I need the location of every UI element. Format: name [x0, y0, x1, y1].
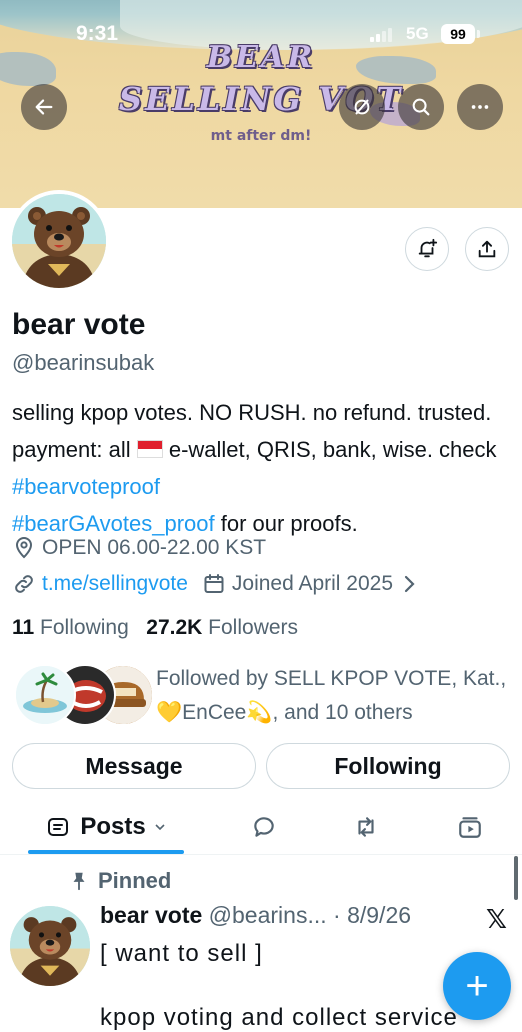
pin-icon [73, 872, 85, 891]
more-icon [471, 105, 489, 109]
post-author-name[interactable]: bear vote [100, 902, 202, 928]
bear-avatar-image [10, 906, 90, 986]
tab-media[interactable] [446, 800, 494, 854]
arrow-left-icon [35, 99, 53, 115]
location-pin-icon [15, 537, 33, 559]
followed-by-name: Kat. [462, 667, 501, 690]
profile-meta-row: t.me/sellingvote Joined April 2025 [12, 572, 423, 596]
active-tab-indicator [28, 850, 184, 854]
post-author-handle: @bearins... [208, 902, 327, 928]
location-text: OPEN 06.00-22.00 KST [42, 536, 267, 559]
status-bar: 9:31 5G 99 [0, 0, 522, 66]
tab-posts-label: Posts [80, 813, 146, 840]
post-header: bear vote @bearins... · 8/9/26 [100, 902, 411, 929]
followed-by-suffix: , and 10 others [272, 701, 413, 724]
followed-by-name: SELL KPOP VOTE [273, 667, 452, 690]
followed-by-text[interactable]: Followed by SELL KPOP VOTE, Kat., 💛EnCee… [156, 662, 516, 730]
network-type: 5G [406, 24, 429, 43]
post-dot: · [326, 902, 348, 928]
post-author-avatar[interactable] [10, 906, 90, 986]
followers-label: Followers [208, 616, 299, 639]
tab-posts[interactable]: Posts [28, 800, 184, 854]
share-button[interactable] [465, 227, 509, 271]
search-icon [412, 98, 430, 116]
follower-avatar[interactable] [14, 664, 76, 726]
slashed-circle-icon [354, 99, 370, 115]
battery-icon: 99 [441, 24, 475, 44]
following-button[interactable]: Following [266, 743, 510, 789]
banner-title-line2: SELLING VOT [118, 80, 404, 118]
following-count: 11 [12, 616, 35, 639]
media-icon [459, 817, 481, 838]
profile-tabs: Posts [0, 800, 522, 855]
bio-text: e-wallet, QRIS, bank, wise. check [162, 437, 497, 462]
indonesia-flag-icon [136, 440, 163, 458]
profile-handle: @bearinsubak [12, 350, 155, 375]
post-text-line: kpop voting and collect service [100, 1004, 458, 1031]
reply-icon [254, 817, 274, 837]
follow-counts: 11 Following 27.2K Followers [12, 616, 298, 640]
plus-icon: + [465, 963, 489, 1008]
profile-website-link[interactable]: t.me/sellingvote [42, 572, 188, 596]
x-logo-icon: 𝕏 [486, 904, 507, 934]
profile-name: bear vote [12, 308, 146, 341]
compose-button[interactable]: + [443, 952, 511, 1020]
repost-icon [358, 817, 374, 837]
followers-link[interactable]: 27.2K Followers [146, 616, 298, 639]
followed-by-separator: , [451, 667, 463, 690]
followed-by-separator: , [500, 667, 507, 690]
post-date[interactable]: 8/9/26 [347, 902, 411, 928]
calendar-icon [204, 574, 224, 593]
tab-replies[interactable] [240, 800, 288, 854]
notifications-button[interactable] [405, 227, 449, 271]
bio-text: for our proofs. [214, 511, 358, 536]
status-time: 9:31 [76, 22, 119, 45]
post-text-line: [ want to sell ] [100, 940, 263, 967]
profile-avatar[interactable] [8, 190, 110, 292]
following-link[interactable]: 11 Following [12, 616, 129, 639]
chevron-down-icon [155, 824, 165, 831]
link-icon [15, 575, 33, 593]
message-button[interactable]: Message [12, 743, 256, 789]
profile-location: OPEN 06.00-22.00 KST [12, 536, 266, 560]
following-label: Following [40, 616, 129, 639]
pinned-text: Pinned [98, 868, 172, 893]
hashtag-link[interactable]: #bearGAvotes_proof [12, 511, 215, 536]
joined-date: Joined April 2025 [231, 572, 394, 595]
pinned-label: Pinned [68, 868, 171, 894]
followed-by-name: 💛EnCee💫 [156, 701, 273, 724]
more-options-button[interactable] [457, 84, 503, 130]
chevron-right-icon[interactable] [401, 574, 417, 594]
profile-bio: selling kpop votes. NO RUSH. no refund. … [12, 394, 512, 542]
tab-reposts[interactable] [342, 800, 390, 854]
follower-avatar-image [16, 666, 74, 724]
bear-avatar-image [12, 194, 106, 288]
posts-icon [48, 818, 69, 836]
hashtag-link[interactable]: #bearvoteproof [12, 474, 160, 499]
followed-by-prefix: Followed by [156, 667, 274, 690]
search-button[interactable] [398, 84, 444, 130]
banner-subtitle: mt after dm! [210, 128, 312, 144]
share-icon [478, 240, 496, 258]
cellular-signal-icon [370, 28, 392, 42]
mute-button[interactable] [339, 84, 385, 130]
followers-count: 27.2K [146, 616, 203, 639]
bell-plus-icon [418, 238, 438, 258]
scrollbar[interactable] [514, 856, 518, 900]
battery-tip [477, 30, 480, 38]
back-button[interactable] [21, 84, 67, 130]
